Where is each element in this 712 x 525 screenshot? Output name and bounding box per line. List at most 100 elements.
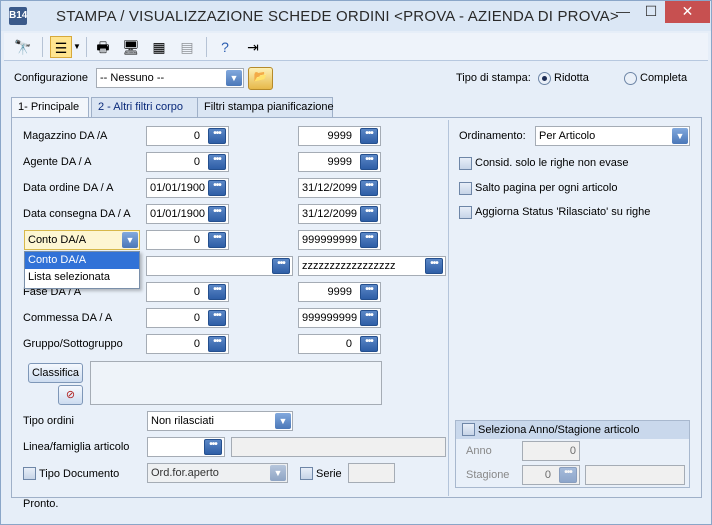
calendar-button[interactable]: •••	[208, 180, 226, 196]
row-label: Data consegna DA / A	[23, 208, 131, 220]
aggiorna-status-label: Aggiorna Status 'Rilasciato' su righe	[475, 206, 651, 218]
help-icon[interactable]: ?	[214, 36, 236, 58]
calendar-button[interactable]: •••	[208, 206, 226, 222]
main-window: B14 STAMPA / VISUALIZZAZIONE SCHEDE ORDI…	[0, 0, 712, 525]
fase-to[interactable]: 9999 •••	[298, 282, 381, 302]
ordinamento-select[interactable]: Per Articolo ▼	[535, 126, 690, 146]
magazzino-to[interactable]: 9999 •••	[298, 126, 381, 146]
lookup-button[interactable]: •••	[360, 232, 378, 248]
tipo-documento-select[interactable]: Ord.for.aperto ▼	[147, 463, 288, 483]
salto-pagina-checkbox[interactable]	[459, 182, 472, 195]
conto-from[interactable]: 0 •••	[146, 230, 229, 250]
field-value: 01/01/1900	[150, 208, 206, 220]
tipo-ordini-value: Non rilasciati	[151, 415, 214, 427]
tab-filtri-pianificazione[interactable]: Filtri stampa pianificazione	[197, 97, 334, 117]
dropdown-option[interactable]: Lista selezionata	[25, 269, 139, 286]
gruppo-to[interactable]: 0 •••	[298, 334, 381, 354]
monitor-icon[interactable]: 🖥	[120, 36, 142, 58]
commessa-from[interactable]: 0 •••	[146, 308, 229, 328]
fase-from[interactable]: 0 •••	[146, 282, 229, 302]
agente-from[interactable]: 0 •••	[146, 152, 229, 172]
chevron-down-icon[interactable]: ▼	[122, 232, 138, 248]
lookup-button[interactable]: •••	[360, 310, 378, 326]
linea-input[interactable]: •••	[147, 437, 225, 457]
linea-description	[231, 437, 446, 457]
lookup-button[interactable]: •••	[208, 128, 226, 144]
field-value: 01/01/1900	[150, 182, 206, 194]
binoculars-icon[interactable]: 🔭	[12, 36, 34, 58]
open-folder-button[interactable]: 📂	[248, 67, 273, 90]
toolbar-separator	[206, 37, 207, 57]
close-button[interactable]: ✕	[665, 1, 710, 23]
conto-mode-select[interactable]: Conto DA/A ▼	[24, 230, 140, 250]
agente-to[interactable]: 9999 •••	[298, 152, 381, 172]
minimize-button[interactable]: —	[609, 1, 637, 23]
righe-non-evase-checkbox[interactable]	[459, 157, 472, 170]
dropdown-option[interactable]: Conto DA/A	[25, 252, 139, 269]
chevron-down-icon[interactable]: ▼	[275, 413, 291, 429]
aggiorna-status-checkbox[interactable]	[459, 206, 472, 219]
toolbar-separator	[42, 37, 43, 57]
conto-mode-value: Conto DA/A	[28, 234, 87, 246]
lookup-button[interactable]: •••	[208, 336, 226, 352]
field-value: 9999	[327, 130, 352, 142]
row-label: Gruppo/Sottogruppo	[23, 338, 123, 350]
chevron-down-icon[interactable]: ▼	[72, 36, 82, 58]
field-value: 9999	[327, 286, 352, 298]
field-value: 31/12/2099	[302, 208, 358, 220]
maximize-button[interactable]: ☐	[637, 1, 665, 23]
data-ordine-from[interactable]: 01/01/1900 •••	[146, 178, 229, 198]
magazzino-from[interactable]: 0 •••	[146, 126, 229, 146]
serie-checkbox[interactable]	[300, 467, 313, 480]
tipo-ordini-select[interactable]: Non rilasciati ▼	[147, 411, 293, 431]
descr-to[interactable]: zzzzzzzzzzzzzzzzz •••	[298, 256, 446, 276]
radio-ridotta-label: Ridotta	[554, 72, 589, 84]
calendar-button[interactable]: •••	[360, 180, 378, 196]
lookup-button[interactable]: •••	[360, 284, 378, 300]
stagione-description	[585, 465, 685, 485]
tab-principale[interactable]: 1- Principale	[11, 97, 89, 118]
chevron-down-icon[interactable]: ▼	[270, 465, 286, 481]
lookup-button[interactable]: •••	[360, 154, 378, 170]
gruppo-from[interactable]: 0 •••	[146, 334, 229, 354]
app-icon: B14	[9, 7, 27, 25]
tab-altri-filtri[interactable]: 2 - Altri filtri corpo	[91, 97, 203, 117]
lookup-button[interactable]: •••	[208, 284, 226, 300]
radio-completa[interactable]	[624, 72, 637, 85]
chevron-down-icon[interactable]: ▼	[226, 70, 242, 86]
lookup-button[interactable]: •••	[360, 128, 378, 144]
calendar-button[interactable]: •••	[360, 206, 378, 222]
data-consegna-from[interactable]: 01/01/1900 •••	[146, 204, 229, 224]
lookup-button[interactable]: •••	[208, 154, 226, 170]
field-value: 0	[544, 469, 551, 481]
field-value: 0	[193, 286, 200, 298]
linea-label: Linea/famiglia articolo	[23, 441, 130, 453]
lookup-button[interactable]: •••	[208, 232, 226, 248]
lookup-button[interactable]: •••	[204, 439, 222, 455]
config-select[interactable]: -- Nessuno -- ▼	[96, 68, 244, 88]
printer-icon[interactable]: 🖶	[92, 36, 114, 58]
classifica-button[interactable]: Classifica	[28, 363, 83, 383]
chevron-down-icon[interactable]: ▼	[672, 128, 688, 144]
lookup-button[interactable]: •••	[272, 258, 290, 274]
serie-label: Serie	[316, 468, 342, 480]
tipo-documento-checkbox[interactable]	[23, 467, 36, 480]
data-ordine-to[interactable]: 31/12/2099 •••	[298, 178, 381, 198]
radio-ridotta[interactable]	[538, 72, 551, 85]
list-select-icon[interactable]: ☰	[50, 36, 72, 58]
lookup-button[interactable]: •••	[425, 258, 443, 274]
commessa-to[interactable]: 999999999 •••	[298, 308, 381, 328]
anno-label: Anno	[466, 445, 492, 457]
grid-icon[interactable]: ▦	[148, 36, 170, 58]
exit-icon[interactable]: ⇥	[242, 36, 264, 58]
anno-stagione-checkbox[interactable]	[462, 423, 475, 436]
descr-from[interactable]: •••	[146, 256, 293, 276]
toolbar-separator	[86, 37, 87, 57]
conto-dropdown-list[interactable]: Conto DA/A Lista selezionata	[24, 251, 140, 289]
lookup-button[interactable]: •••	[360, 336, 378, 352]
lookup-button[interactable]: •••	[208, 310, 226, 326]
anno-input: 0	[522, 441, 580, 461]
data-consegna-to[interactable]: 31/12/2099 •••	[298, 204, 381, 224]
clear-filter-icon[interactable]: ⊘	[58, 385, 83, 405]
conto-to[interactable]: 999999999 •••	[298, 230, 381, 250]
